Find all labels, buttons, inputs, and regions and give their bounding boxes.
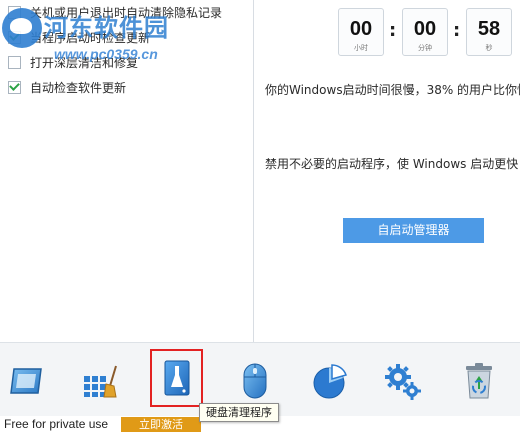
boot-time-panel: 00 小时 : 00 分钟 : 58 秒 你的Windows启动时间很慢，38%… (255, 0, 520, 342)
option-label: 关机或用户退出时自动清除隐私记录 (30, 5, 223, 20)
timer-seconds: 58 秒 (466, 8, 512, 56)
timer-hours-unit: 小时 (354, 44, 368, 52)
option-label: 打开深层清洁和修复 (30, 55, 139, 70)
tool-recycle-bin[interactable] (457, 359, 501, 403)
option-checkbox[interactable] (8, 55, 21, 69)
disk-cleaner-icon (164, 360, 189, 396)
timer-minutes-unit: 分钟 (418, 44, 432, 52)
boot-time-message: 你的Windows启动时间很慢，38% 的用户比你慢 (265, 83, 520, 97)
timer-seconds-value: 58 (477, 18, 501, 40)
option-auto-check-update[interactable]: 自动检查软件更新 (8, 79, 126, 95)
timer-seconds-unit: 秒 (485, 44, 493, 52)
tool-tooltip: 硬盘清理程序 (199, 403, 279, 422)
timer-separator: : (453, 20, 461, 41)
pie-chart-icon (313, 364, 347, 399)
timer-minutes-value: 00 (413, 18, 437, 40)
startup-advice-message: 禁用不必要的启动程序，使 Windows 启动更快 (265, 157, 519, 171)
tool-screen[interactable] (4, 359, 48, 403)
timer-hours-value: 00 (349, 18, 373, 40)
startup-manager-button[interactable]: 自启动管理器 (343, 218, 484, 243)
option-clear-privacy[interactable]: 关机或用户退出时自动清除隐私记录 (8, 4, 222, 20)
tool-registry[interactable] (78, 359, 122, 403)
activate-button[interactable]: 立即激活 (121, 417, 201, 432)
tool-mouse[interactable] (233, 359, 277, 403)
gears-icon (385, 364, 421, 400)
timer-hours: 00 小时 (338, 8, 384, 56)
option-label: 自动检查软件更新 (30, 80, 127, 95)
options-panel: 关机或用户退出时自动清除隐私记录 当程序启动时检查更新 打开深层清洁和修复 自动… (0, 0, 254, 342)
registry-broom-icon (84, 365, 117, 398)
screen-icon (10, 368, 42, 394)
tool-disk-analyzer[interactable] (308, 359, 352, 403)
recycle-bin-icon (466, 363, 492, 399)
timer-separator: : (389, 20, 397, 41)
tool-settings[interactable] (381, 359, 425, 403)
option-label: 当程序启动时检查更新 (30, 30, 151, 45)
tool-disk-cleaner[interactable] (150, 349, 203, 407)
option-checkbox[interactable] (8, 80, 21, 94)
option-checkbox[interactable] (8, 5, 21, 19)
option-check-update-on-start[interactable]: 当程序启动时检查更新 (8, 29, 150, 45)
option-checkbox[interactable] (8, 30, 21, 44)
mouse-icon (243, 363, 267, 399)
license-text: Free for private use (4, 417, 109, 431)
option-deep-clean[interactable]: 打开深层清洁和修复 (8, 54, 138, 70)
timer-minutes: 00 分钟 (402, 8, 448, 56)
